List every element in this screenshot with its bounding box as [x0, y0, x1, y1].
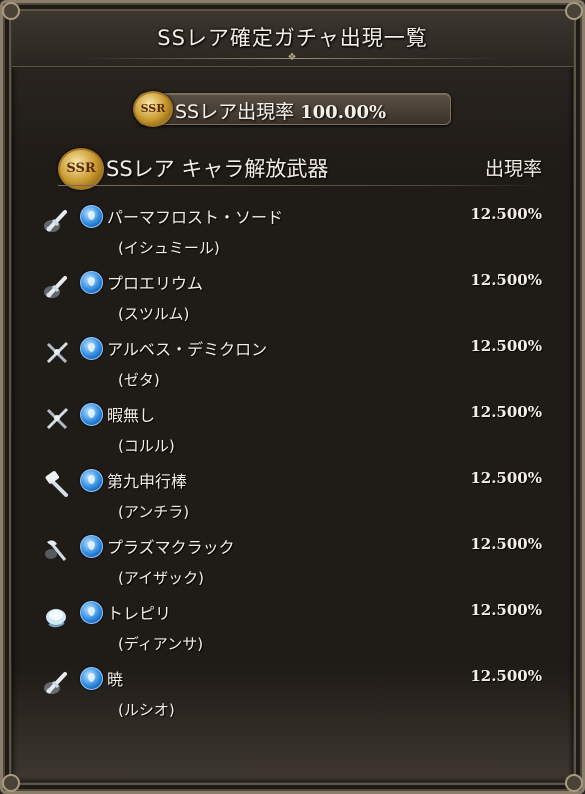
frame-corner-ornament [2, 774, 20, 792]
ssr-rate-value: 100.00% [300, 102, 387, 123]
water-element-icon [80, 403, 103, 426]
frame-corner-ornament [565, 2, 583, 20]
harp-icon [43, 602, 71, 630]
weapon-rate: 12.500% [470, 337, 542, 355]
weapon-rate: 12.500% [470, 667, 542, 685]
ssr-rate-text: SSレア出現率 100.00% [175, 97, 386, 124]
water-element-icon [80, 601, 103, 624]
water-element-icon [80, 271, 103, 294]
title-divider-ornament: ❖ [287, 52, 297, 63]
section-divider [58, 185, 544, 186]
character-name: (アイザック) [118, 569, 204, 587]
weapon-list-item: プロエリウム 12.500% (スツルム) [0, 266, 585, 332]
section-title: SSレア キャラ解放武器 [106, 157, 329, 181]
sword-icon [43, 668, 71, 696]
weapon-rate: 12.500% [470, 403, 542, 421]
character-name: (ルシオ) [118, 701, 175, 719]
weapon-rate: 12.500% [470, 271, 542, 289]
character-name: (ゼタ) [118, 371, 160, 389]
weapon-rate: 12.500% [470, 535, 542, 553]
water-element-icon [80, 667, 103, 690]
weapon-name: パーマフロスト・ソード [107, 208, 284, 227]
weapon-name: プラズマクラック [107, 538, 235, 557]
character-name: (ディアンサ) [118, 635, 204, 653]
character-name: (スツルム) [118, 305, 190, 323]
weapon-name: 第九申行棒 [107, 472, 188, 491]
weapon-list-item: 暁 12.500% (ルシオ) [0, 662, 585, 728]
character-name: (イシュミール) [118, 239, 220, 257]
sword-icon [43, 272, 71, 300]
weapon-rate: 12.500% [470, 205, 542, 223]
spear-icon [43, 338, 71, 366]
weapon-name: トレピリ [107, 604, 172, 623]
ssr-badge-icon: SSR [133, 91, 173, 127]
dialog-title: SSレア確定ガチャ出現一覧 [157, 26, 428, 50]
water-element-icon [80, 535, 103, 558]
ssr-rate-label: SSレア出現率 [175, 101, 295, 123]
water-element-icon [80, 337, 103, 360]
axe-icon [43, 536, 71, 564]
weapon-list-item: プラズマクラック 12.500% (アイザック) [0, 530, 585, 596]
spear-icon [43, 404, 71, 432]
sword-icon [43, 206, 71, 234]
weapon-list-item: アルベス・デミクロン 12.500% (ゼタ) [0, 332, 585, 398]
rate-column-header: 出現率 [484, 158, 542, 180]
water-element-icon [80, 469, 103, 492]
character-name: (コルル) [118, 437, 175, 455]
frame-corner-ornament [2, 2, 20, 20]
weapon-name: 暁 [107, 670, 124, 689]
frame-corner-ornament [565, 774, 583, 792]
character-name: (アンチラ) [118, 503, 190, 521]
weapon-name: プロエリウム [107, 274, 204, 293]
weapon-name: 暇無し [107, 406, 156, 425]
weapon-list-item: 第九申行棒 12.500% (アンチラ) [0, 464, 585, 530]
weapon-name: アルベス・デミクロン [107, 340, 268, 359]
weapon-list-item: 暇無し 12.500% (コルル) [0, 398, 585, 464]
staff-icon [43, 470, 71, 498]
weapon-rate: 12.500% [470, 469, 542, 487]
weapon-list-item: トレピリ 12.500% (ディアンサ) [0, 596, 585, 662]
water-element-icon [80, 205, 103, 228]
ssr-section-badge-icon: SSR [58, 148, 104, 190]
weapon-list-item: パーマフロスト・ソード 12.500% (イシュミール) [0, 200, 585, 266]
weapon-rate: 12.500% [470, 601, 542, 619]
